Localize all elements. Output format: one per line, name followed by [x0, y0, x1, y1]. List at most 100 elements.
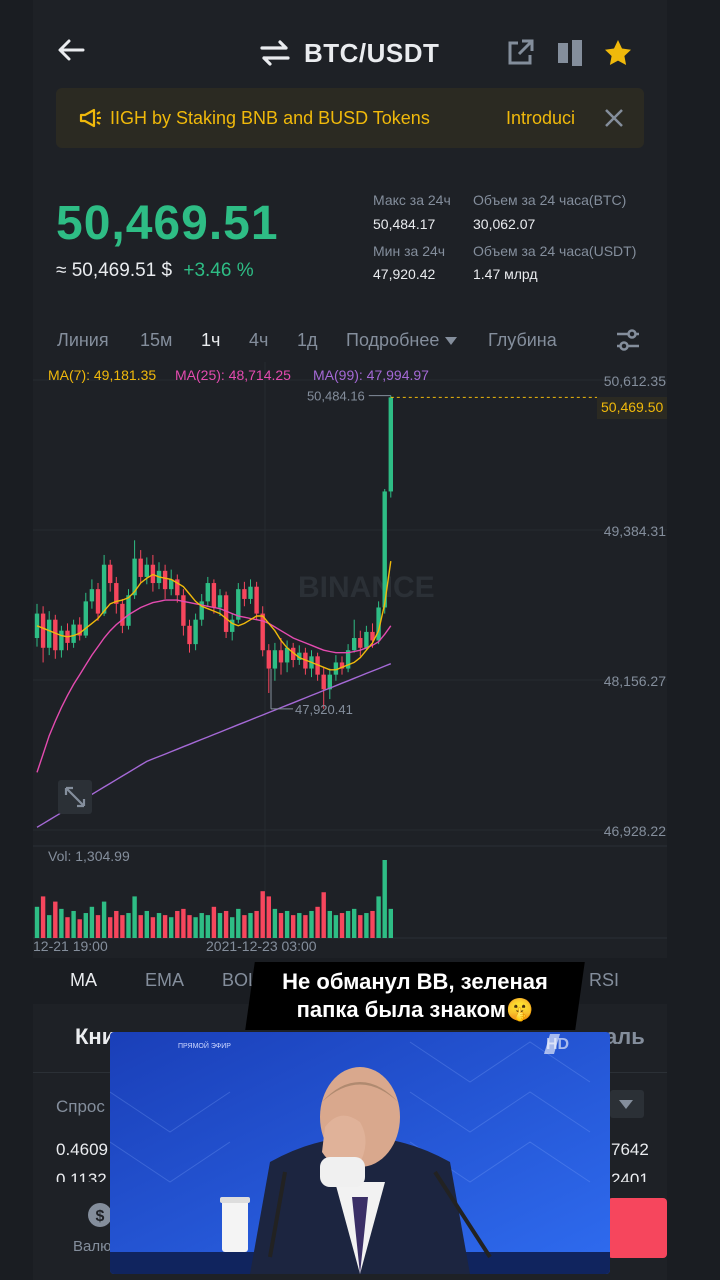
candle-body — [40, 613, 46, 648]
pair-selector[interactable]: BTC/USDT — [260, 36, 439, 70]
volume-bar — [193, 917, 198, 938]
tab-depth[interactable]: Глубина — [488, 330, 557, 351]
volume-bar — [77, 919, 82, 938]
volume-bar — [34, 906, 40, 938]
volume-bar — [162, 915, 168, 938]
candle-body — [284, 647, 290, 663]
price-subline: ≈ 50,469.51 $ +3.46 % — [56, 260, 254, 282]
banner-link[interactable]: Introduci — [506, 108, 575, 129]
volume-bar — [65, 917, 70, 938]
candlestick-chart[interactable]: BINANCE 50,484.16 47,920.41 — [33, 362, 667, 956]
candle-body — [187, 625, 192, 645]
last-price: 50,469.51 — [56, 197, 279, 250]
close-icon[interactable] — [604, 108, 624, 128]
tab-4h[interactable]: 4ч — [249, 330, 268, 351]
video-frame: ПРЯМОЙ ЭФИР HD — [110, 1032, 610, 1274]
expand-icon[interactable] — [58, 780, 92, 814]
sell-button[interactable] — [608, 1198, 667, 1258]
orderbook-title-right[interactable]: аль — [605, 1024, 645, 1050]
volume-bar — [132, 896, 137, 938]
low-label: Мин за 24ч — [373, 243, 446, 259]
candle-body — [272, 650, 278, 669]
low-value: 47,920.42 — [373, 266, 436, 282]
volume-bar — [205, 915, 210, 938]
volume-bar — [315, 906, 320, 938]
low-marker-label: 47,920.41 — [295, 702, 353, 717]
fiat-price: ≈ 50,469.51 $ — [56, 260, 173, 281]
volume-label: Vol: 1,304.99 — [48, 848, 130, 864]
indicator-ema[interactable]: EMA — [145, 970, 184, 991]
ask-row-amount: 7642 — [611, 1140, 649, 1159]
arrow-left-icon[interactable] — [55, 34, 87, 66]
volume-bar — [309, 910, 314, 938]
volume-bar — [358, 915, 363, 938]
volume-bar — [150, 917, 156, 938]
candle-body — [242, 589, 247, 599]
volume-bar — [83, 913, 88, 938]
chart-settings-icon[interactable] — [615, 328, 641, 352]
x-tick-label: 12-21 19:00 — [33, 938, 108, 954]
candle-body — [217, 595, 223, 608]
candle-body — [162, 570, 168, 590]
candle-body — [266, 650, 271, 669]
volume-bar — [327, 910, 332, 938]
candle-body — [47, 619, 52, 648]
candle-body — [364, 631, 369, 648]
volume-bar — [59, 908, 64, 938]
volume-bar — [382, 860, 387, 938]
ma25-line — [36, 599, 392, 773]
svg-text:$: $ — [96, 1208, 105, 1225]
bottom-nav-label[interactable]: Валю — [73, 1238, 111, 1255]
candle-body — [59, 630, 64, 651]
watermark: BINANCE — [298, 571, 435, 604]
chart-markers: 50,484.16 47,920.41 — [270, 389, 597, 717]
y-tick-label: 50,612.35 — [603, 373, 666, 389]
volume-bar — [108, 917, 113, 938]
indicator-rsi[interactable]: RSI — [589, 970, 619, 991]
volume-bar — [339, 913, 345, 938]
price-change: +3.46 % — [183, 260, 254, 281]
volume-bar — [284, 910, 290, 938]
volume-bars — [34, 860, 393, 938]
candle-body — [120, 603, 125, 626]
candle-body — [352, 638, 357, 651]
candle-body — [89, 589, 95, 602]
candle-body — [211, 583, 217, 608]
ma99-legend: MA(99): 47,994.97 — [313, 367, 429, 383]
candle-body — [83, 601, 88, 636]
volume-bar — [169, 917, 174, 938]
last-price-tag: 50,469.50 — [597, 397, 668, 419]
tab-more[interactable]: Подробнее — [346, 330, 458, 351]
volume-bar — [71, 910, 76, 938]
depth-dropdown[interactable] — [610, 1090, 644, 1118]
volume-bar — [181, 908, 186, 938]
tab-1d[interactable]: 1д — [297, 330, 318, 351]
volume-bar — [278, 913, 284, 938]
volume-bar — [236, 908, 241, 938]
announcement-banner[interactable]: IIGH by Staking BNB and BUSD Tokens Intr… — [56, 88, 644, 148]
candle-body — [248, 586, 253, 599]
candle-body — [254, 586, 259, 614]
volume-bar — [352, 908, 357, 938]
high-value: 50,484.17 — [373, 216, 436, 232]
video-overlay[interactable]: ПРЯМОЙ ЭФИР HD — [110, 1032, 610, 1274]
volume-bar — [138, 915, 143, 938]
candle-body — [205, 583, 210, 602]
tab-1h[interactable]: 1ч — [201, 330, 220, 351]
volume-bar — [126, 913, 131, 938]
volume-bar — [95, 915, 101, 938]
star-icon[interactable] — [603, 38, 633, 68]
volume-bar — [217, 913, 223, 938]
tab-15m[interactable]: 15м — [140, 330, 172, 351]
volume-bar — [187, 915, 192, 938]
volume-bar — [211, 906, 217, 938]
candle-body — [101, 564, 107, 614]
tab-line[interactable]: Линия — [57, 330, 109, 351]
indicator-ma[interactable]: MA — [70, 970, 97, 991]
caret-down-icon — [619, 1100, 633, 1109]
split-layout-icon[interactable] — [555, 38, 585, 68]
tab-more-label: Подробнее — [346, 330, 440, 350]
share-external-icon[interactable] — [505, 38, 535, 68]
volume-bar — [388, 908, 393, 938]
swap-arrows-icon — [260, 40, 290, 66]
